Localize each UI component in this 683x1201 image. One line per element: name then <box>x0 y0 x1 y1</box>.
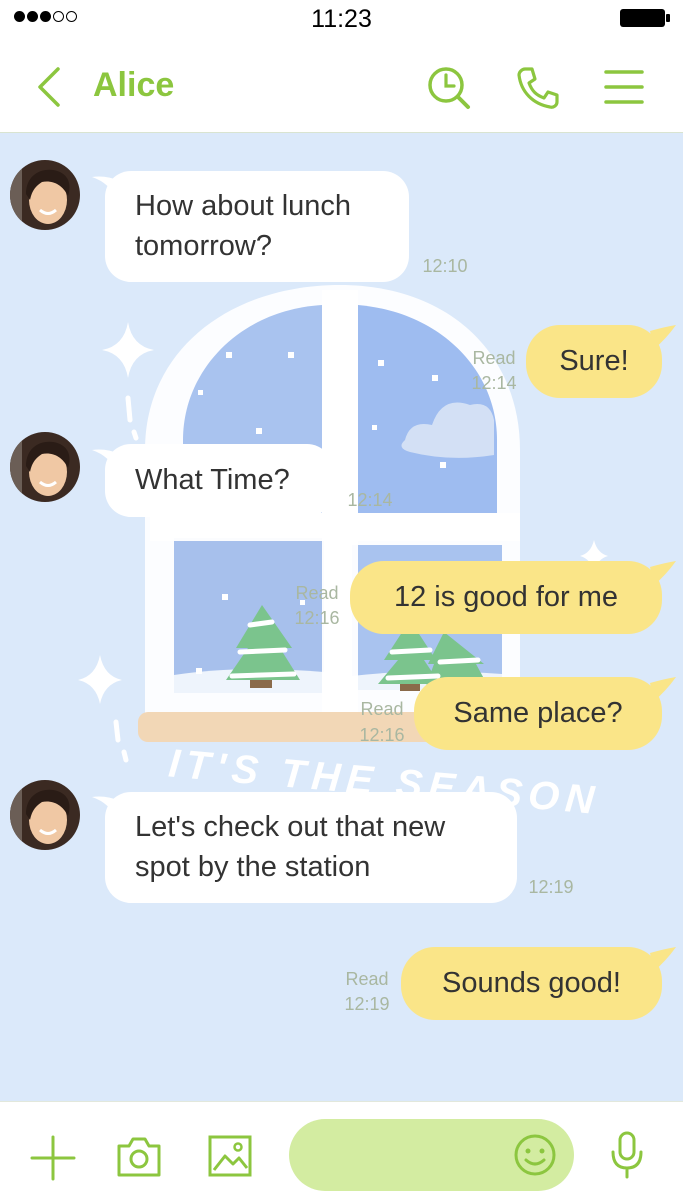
avatar[interactable] <box>10 780 80 850</box>
message-text: Sure! <box>559 345 629 377</box>
message-bubble-outgoing[interactable]: 12 is good for me <box>350 561 662 634</box>
smiley-icon[interactable] <box>513 1133 557 1177</box>
bubble-tail <box>650 325 676 349</box>
message-time: 12:10 <box>422 256 468 276</box>
message-time: 12:16 <box>359 725 405 745</box>
message-time: 12:16 <box>294 608 340 628</box>
read-receipt: Read <box>295 583 339 603</box>
message-time: 12:19 <box>528 877 574 897</box>
status-bar: 11:23 <box>0 0 683 40</box>
status-time: 11:23 <box>311 5 372 33</box>
chevron-left-icon[interactable] <box>34 66 64 108</box>
message-text: Same place? <box>453 697 623 729</box>
message-text-line: tomorrow? <box>135 230 272 262</box>
chat-header: Alice <box>0 40 683 133</box>
message-time: 12:19 <box>344 994 390 1014</box>
message-text-line: Let's check out that new <box>135 811 446 843</box>
image-icon[interactable] <box>207 1134 253 1178</box>
camera-icon[interactable] <box>115 1134 163 1178</box>
message-bubble-outgoing[interactable]: Sure! <box>526 325 662 398</box>
message-input-bar <box>0 1101 683 1201</box>
bubble-tail <box>650 561 676 585</box>
bubble-tail <box>650 947 676 971</box>
message-text-line: spot by the station <box>135 851 371 883</box>
message-bubble-incoming[interactable]: How about lunch tomorrow? <box>105 171 409 282</box>
phone-icon[interactable] <box>514 64 562 112</box>
message-text: 12 is good for me <box>393 581 619 613</box>
message-bubble-incoming[interactable]: What Time? <box>105 444 333 517</box>
message-time: 12:14 <box>347 490 393 510</box>
chat-area[interactable]: IT'S THE SEASON How about lunch tomorrow… <box>0 133 683 1101</box>
read-receipt: Read <box>360 699 404 719</box>
battery-full-icon <box>620 9 670 27</box>
read-receipt: Read <box>472 348 516 368</box>
message-bubble-incoming[interactable]: Let's check out that new spot by the sta… <box>105 792 517 903</box>
message-input[interactable] <box>289 1119 574 1191</box>
message-bubble-outgoing[interactable]: Same place? <box>414 677 662 750</box>
message-bubble-outgoing[interactable]: Sounds good! <box>401 947 662 1020</box>
plus-icon[interactable] <box>30 1135 76 1181</box>
message-time: 12:14 <box>471 373 517 393</box>
menu-icon[interactable] <box>603 67 645 107</box>
microphone-icon[interactable] <box>608 1130 646 1180</box>
bubble-tail <box>650 677 676 701</box>
avatar[interactable] <box>10 160 80 230</box>
chat-title: Alice <box>93 66 175 104</box>
message-text-line: How about lunch <box>135 190 352 222</box>
message-text: What Time? <box>135 464 290 496</box>
message-text: Sounds good! <box>442 967 621 999</box>
clock-search-icon[interactable] <box>425 64 473 112</box>
read-receipt: Read <box>345 969 389 989</box>
avatar[interactable] <box>10 432 80 502</box>
